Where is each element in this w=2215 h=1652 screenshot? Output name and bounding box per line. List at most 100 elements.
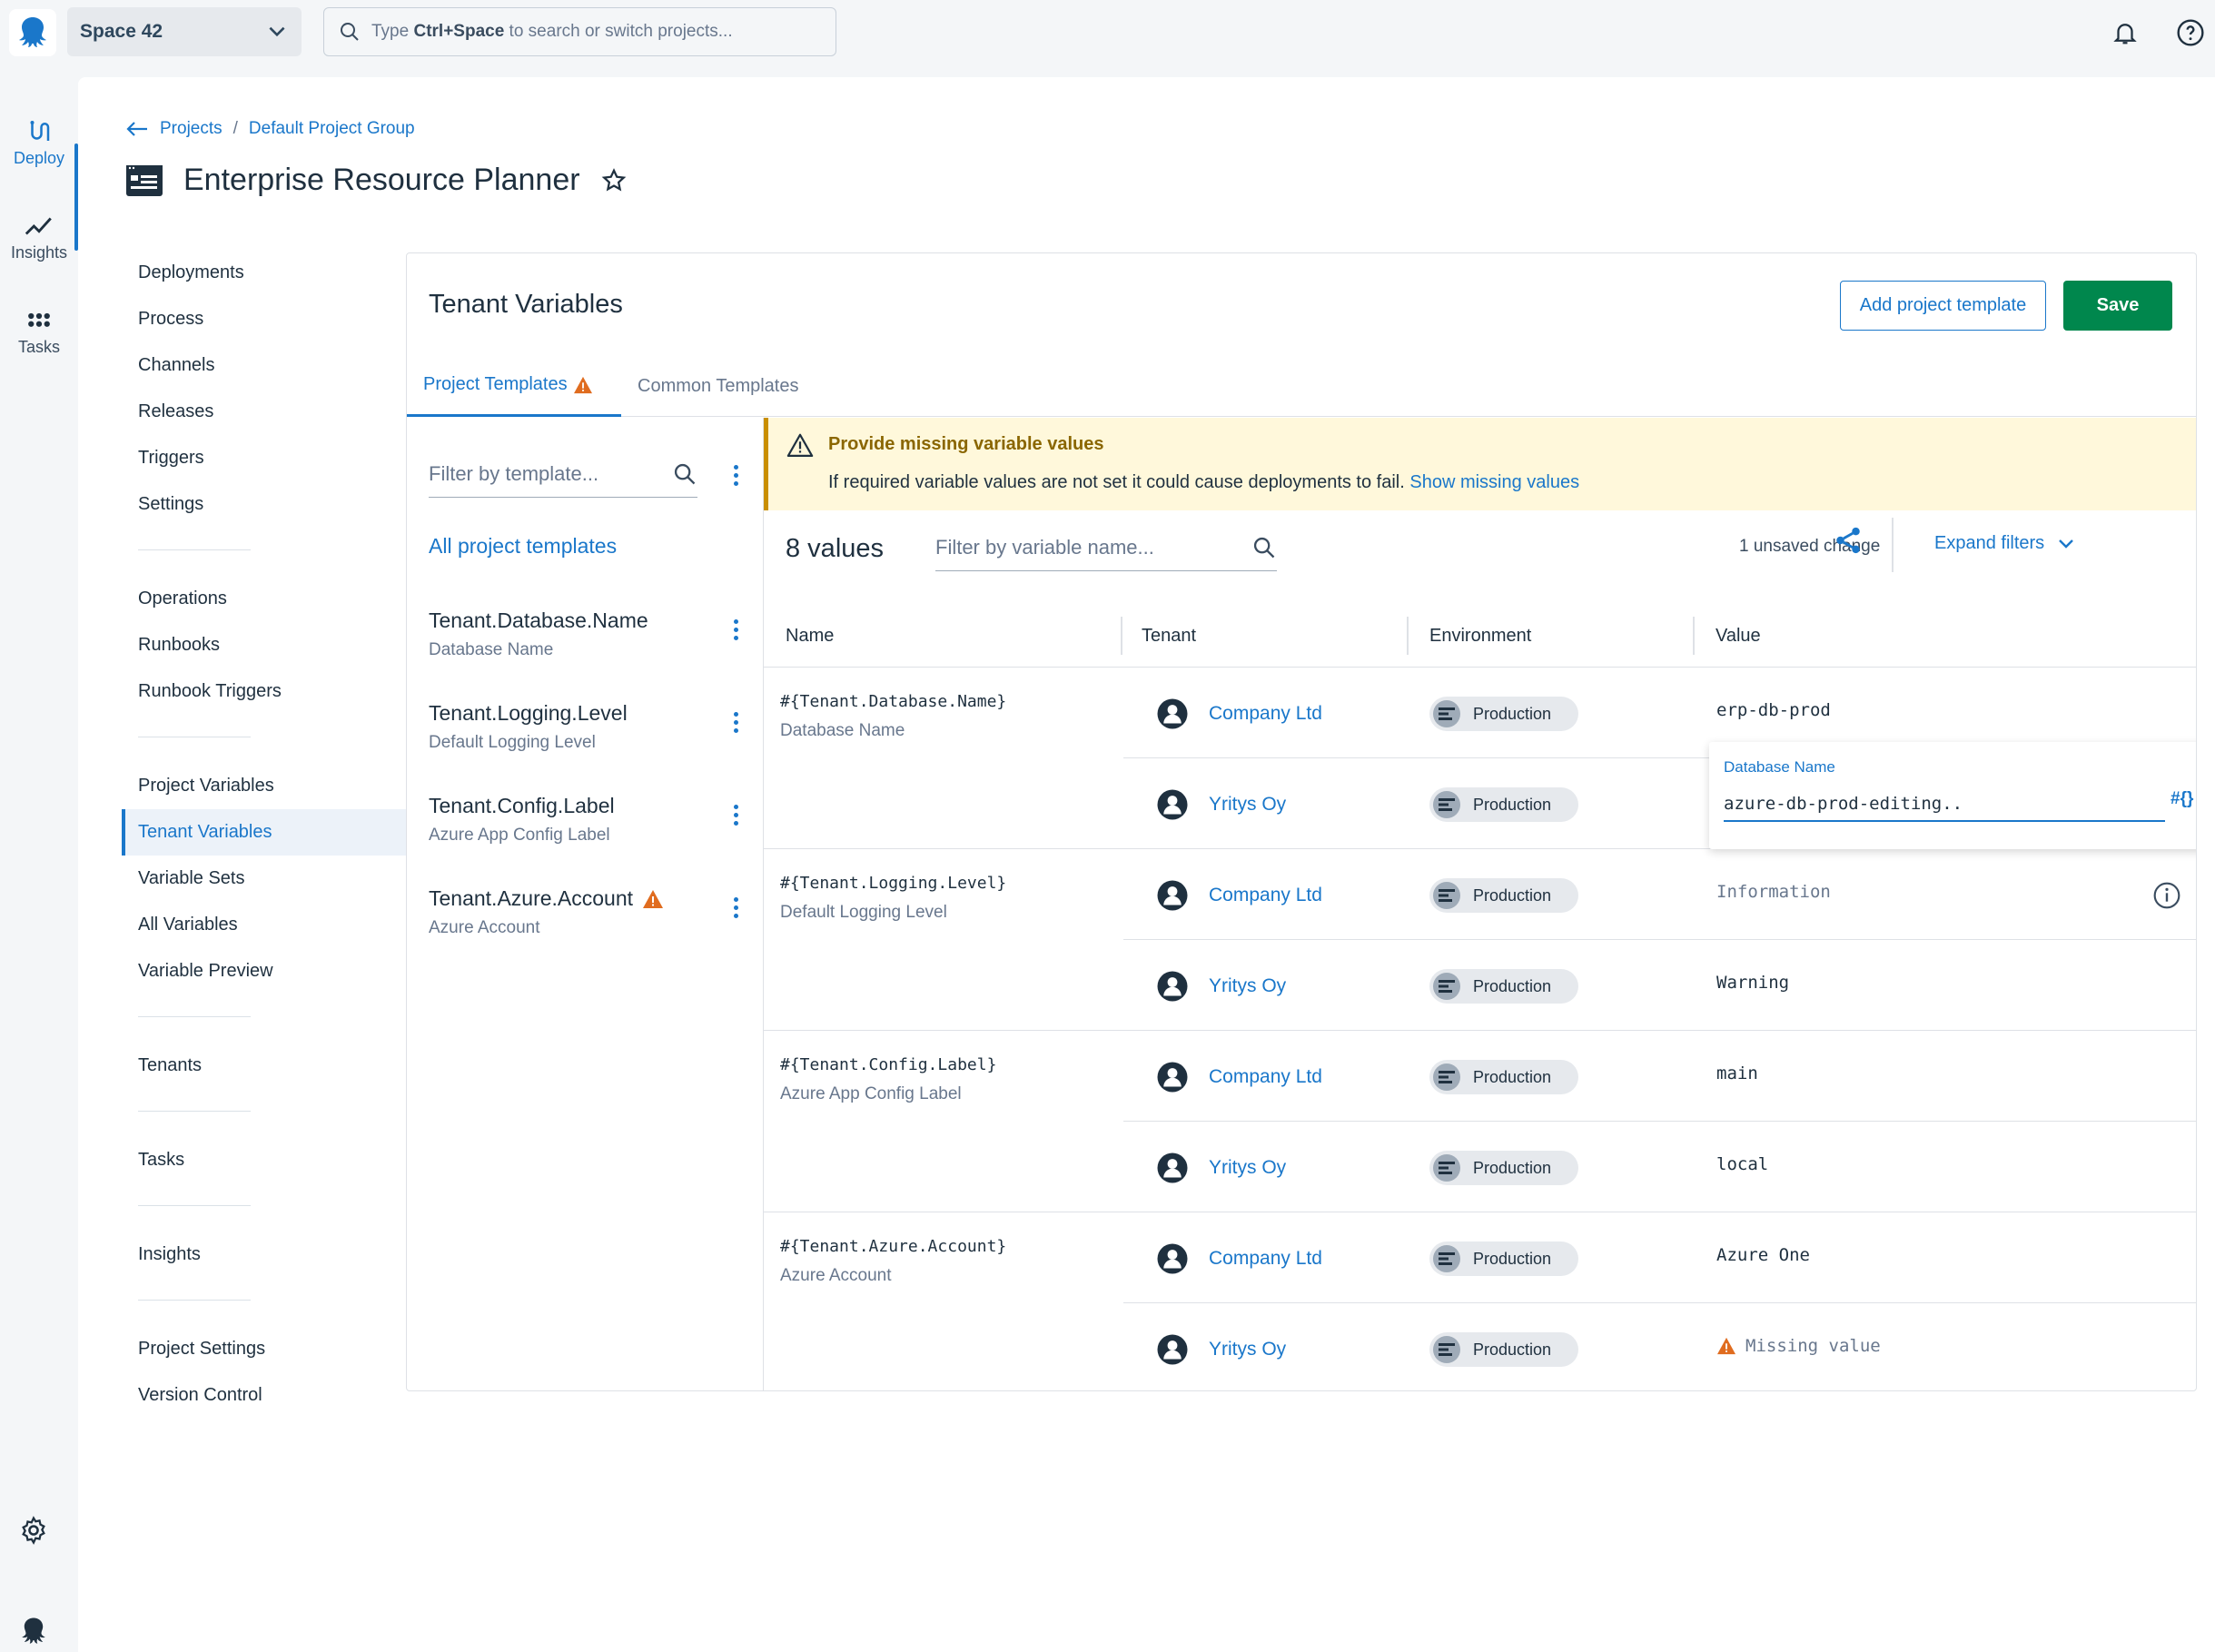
template-menu-icon[interactable]: [732, 805, 739, 826]
insert-variable-button[interactable]: #{}: [2171, 789, 2193, 809]
tenant-link[interactable]: Company Ltd: [1209, 1248, 1322, 1270]
breadcrumb-projects[interactable]: Projects: [160, 119, 222, 139]
rail-insights-label: Insights: [10, 243, 68, 262]
variable-filter-input[interactable]: Filter by variable name...: [935, 524, 1277, 571]
tenant-link[interactable]: Yritys Oy: [1209, 975, 1286, 997]
octopus-logo-icon[interactable]: [9, 9, 56, 56]
card-title: Tenant Variables: [429, 290, 623, 319]
search-placeholder: Type Ctrl+Space to search or switch proj…: [371, 22, 733, 41]
alert-title: Provide missing variable values: [828, 434, 1104, 454]
column-divider: [1121, 617, 1122, 655]
help-icon[interactable]: [2174, 16, 2207, 49]
environment-label: Production: [1473, 1067, 1552, 1086]
environment-chip: Production: [1429, 969, 1578, 1004]
table-row: Yritys Oy Production Missing value: [1123, 1304, 2196, 1390]
environment-chip: Production: [1429, 697, 1578, 731]
environment-icon: [1433, 700, 1460, 727]
user-avatar-icon: [1157, 971, 1188, 1002]
breadcrumb-project-group[interactable]: Default Project Group: [249, 119, 415, 139]
template-desc: Default Logging Level: [429, 733, 596, 752]
tab-project-templates[interactable]: Project Templates: [407, 355, 621, 417]
template-menu-icon[interactable]: [732, 619, 739, 640]
variable-desc: Database Name: [780, 721, 905, 740]
variable-value[interactable]: Information: [1716, 882, 1831, 902]
environment-chip: Production: [1429, 1241, 1578, 1276]
variable-value[interactable]: Warning: [1716, 973, 1789, 993]
alert-body: If required variable values are not set …: [828, 472, 1579, 493]
environment-label: Production: [1473, 885, 1552, 905]
environment-chip: Production: [1429, 878, 1578, 913]
space-selector[interactable]: Space 42: [67, 7, 302, 56]
environment-icon: [1433, 973, 1460, 1000]
environment-icon: [1433, 1154, 1460, 1182]
table-row: Company Ltd Production Information: [1123, 850, 2196, 940]
template-desc: Database Name: [429, 640, 554, 659]
project-search[interactable]: Type Ctrl+Space to search or switch proj…: [323, 7, 836, 56]
tenant-link[interactable]: Yritys Oy: [1209, 794, 1286, 816]
environment-chip: Production: [1429, 1060, 1578, 1094]
add-project-template-button[interactable]: Add project template: [1840, 281, 2046, 331]
all-project-templates-link[interactable]: All project templates: [429, 534, 617, 559]
variable-group: #{Tenant.Config.Label} Azure App Config …: [764, 1032, 2196, 1212]
expand-filters-label: Expand filters: [1934, 532, 2045, 553]
info-icon[interactable]: [2152, 881, 2181, 910]
column-value: Value: [1716, 626, 1761, 646]
rail-tasks[interactable]: Tasks: [0, 307, 78, 357]
environment-chip: Production: [1429, 787, 1578, 822]
template-item[interactable]: Tenant.Azure.Account Azure Account: [429, 886, 719, 938]
template-item[interactable]: Tenant.Logging.Level Default Logging Lev…: [429, 701, 719, 753]
template-name: Tenant.Logging.Level: [429, 701, 628, 725]
user-avatar-icon: [1157, 698, 1188, 729]
share-icon[interactable]: [1833, 525, 1864, 561]
alert-text: If required variable values are not set …: [828, 472, 1405, 492]
tab-common-templates[interactable]: Common Templates: [638, 355, 798, 417]
warning-outline-icon: [786, 433, 814, 457]
deploy-icon: [30, 121, 50, 141]
rail-deploy[interactable]: Deploy: [0, 118, 78, 168]
bell-icon[interactable]: [2109, 16, 2141, 49]
tenant-link[interactable]: Company Ltd: [1209, 703, 1322, 725]
column-environment: Environment: [1429, 626, 1532, 646]
column-tenant: Tenant: [1142, 626, 1197, 646]
template-desc: Azure App Config Label: [429, 826, 610, 845]
star-icon[interactable]: [600, 167, 628, 194]
table-header: Name Tenant Environment Value: [764, 604, 2196, 668]
environment-icon: [1433, 791, 1460, 818]
variable-value[interactable]: main: [1716, 1063, 1758, 1083]
value-editor-input[interactable]: azure-db-prod-editing..: [1724, 786, 2165, 822]
variable-value[interactable]: Azure One: [1716, 1245, 1810, 1265]
nav-divider: [138, 549, 251, 550]
environment-chip: Production: [1429, 1332, 1578, 1367]
tenant-link[interactable]: Company Ltd: [1209, 1066, 1322, 1088]
tasks-icon: [28, 312, 50, 327]
show-missing-values-link[interactable]: Show missing values: [1409, 472, 1579, 492]
column-name: Name: [786, 626, 835, 646]
nav-divider: [138, 1205, 251, 1206]
template-menu-icon[interactable]: [732, 712, 739, 733]
tenant-cell: Yritys Oy: [1156, 970, 1286, 1003]
tenant-link[interactable]: Company Ltd: [1209, 885, 1322, 906]
variable-group: #{Tenant.Database.Name} Database Name Co…: [764, 668, 2196, 849]
variable-value[interactable]: erp-db-prod: [1716, 700, 1831, 720]
templates-menu-icon[interactable]: [732, 465, 739, 486]
save-button[interactable]: Save: [2063, 281, 2172, 331]
expand-filters-button[interactable]: Expand filters: [1934, 525, 2077, 561]
settings-gear-icon[interactable]: [18, 1515, 49, 1551]
arrow-left-icon[interactable]: [125, 120, 149, 138]
variable-value[interactable]: local: [1716, 1154, 1768, 1174]
environment-label: Production: [1473, 704, 1552, 723]
rail-insights[interactable]: Insights: [0, 213, 78, 262]
octopus-mascot-icon[interactable]: [18, 1615, 49, 1652]
tenant-cell: Company Ltd: [1156, 1242, 1322, 1275]
template-item[interactable]: Tenant.Config.Label Azure App Config Lab…: [429, 794, 719, 846]
template-item[interactable]: Tenant.Database.Name Database Name: [429, 608, 719, 660]
tenant-link[interactable]: Yritys Oy: [1209, 1339, 1286, 1360]
missing-value[interactable]: Missing value: [1716, 1336, 1881, 1356]
table-row: Yritys Oy Production Database Name azure…: [1123, 742, 2196, 849]
template-filter-input[interactable]: Filter by template...: [429, 450, 697, 498]
user-avatar-icon: [1157, 880, 1188, 911]
values-pane: Provide missing variable values If requi…: [764, 418, 2196, 1390]
tenant-link[interactable]: Yritys Oy: [1209, 1157, 1286, 1179]
tenant-cell: Company Ltd: [1156, 1061, 1322, 1093]
template-menu-icon[interactable]: [732, 897, 739, 918]
